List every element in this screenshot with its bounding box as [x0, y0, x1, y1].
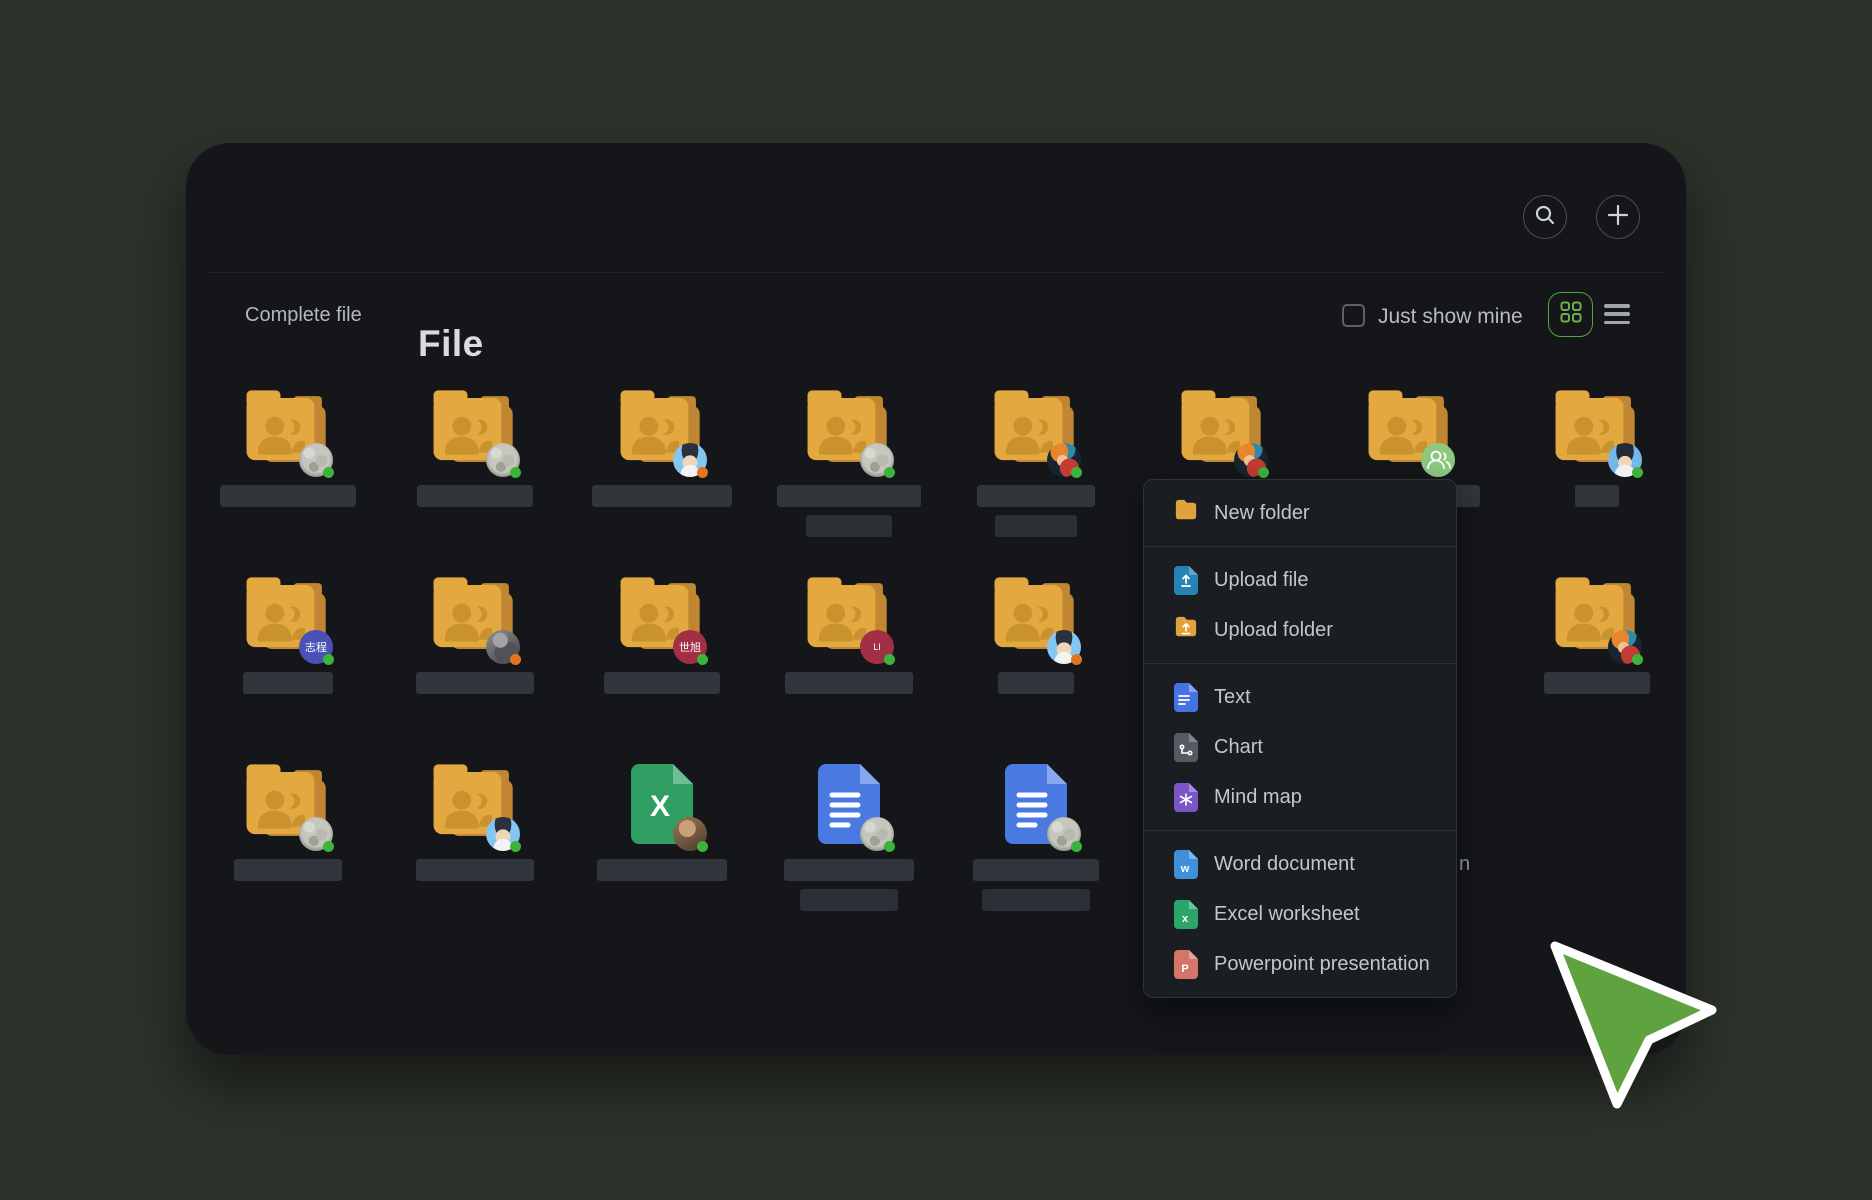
status-dot-green: [1071, 467, 1082, 478]
chart-file-icon: [1174, 733, 1198, 762]
menu-group: Upload file Upload folder: [1144, 546, 1456, 663]
name-skeleton: [806, 515, 892, 537]
name-skeleton: [784, 859, 914, 881]
status-dot-green: [323, 467, 334, 478]
text-file-icon: [1174, 683, 1198, 712]
name-skeleton: [982, 889, 1090, 911]
name-skeleton: [604, 672, 720, 694]
name-skeleton: [234, 859, 342, 881]
name-skeleton: [220, 485, 356, 507]
status-dot-green: [510, 841, 521, 852]
menu-item-label: Powerpoint presentation: [1214, 953, 1430, 976]
name-skeleton: [417, 485, 533, 507]
page-title: File: [418, 323, 484, 365]
status-dot-green: [697, 654, 708, 665]
add-button[interactable]: [1596, 195, 1640, 239]
hidden-label-fragment: n: [1459, 853, 1470, 876]
name-skeleton: [243, 672, 333, 694]
name-skeleton: [1544, 672, 1650, 694]
name-skeleton: [973, 859, 1099, 881]
menu-item-label: Word document: [1214, 853, 1355, 876]
plus-icon: [1607, 204, 1629, 231]
menu-item-label: Text: [1214, 686, 1251, 709]
menu-item-excel-worksheet[interactable]: x Excel worksheet: [1144, 889, 1456, 939]
avatar-label: 志程: [305, 639, 327, 655]
menu-item-chart[interactable]: Chart: [1144, 722, 1456, 772]
menu-item-label: Excel worksheet: [1214, 903, 1360, 926]
avatar-label: 世旭: [679, 639, 701, 655]
upload-folder-icon: [1174, 616, 1198, 645]
grid-view-icon: [1560, 301, 1582, 328]
menu-group: New folder: [1144, 480, 1456, 546]
new-folder-icon: [1174, 499, 1198, 528]
just-show-mine-checkbox[interactable]: [1342, 304, 1365, 327]
status-dot-green: [884, 841, 895, 852]
status-dot-green: [323, 841, 334, 852]
avatar-label: LI: [873, 642, 881, 652]
menu-item-new-folder[interactable]: New folder: [1144, 488, 1456, 538]
list-view-button[interactable]: [1604, 302, 1630, 326]
just-show-mine-label: Just show mine: [1378, 305, 1523, 329]
status-dot-green: [884, 467, 895, 478]
menu-item-upload-folder[interactable]: Upload folder: [1144, 605, 1456, 655]
status-dot-green: [323, 654, 334, 665]
status-dot-orange: [1071, 654, 1082, 665]
grid-view-button[interactable]: [1548, 292, 1593, 337]
menu-item-label: Mind map: [1214, 786, 1302, 809]
status-dot-green: [1632, 654, 1643, 665]
mindmap-file-icon: [1174, 783, 1198, 812]
status-dot-green: [697, 841, 708, 852]
name-skeleton: [800, 889, 898, 911]
menu-group: w Word document x Excel worksheet P Powerpo…: [1144, 830, 1456, 997]
name-skeleton: [977, 485, 1095, 507]
name-skeleton: [998, 672, 1074, 694]
menu-item-word-document[interactable]: w Word document: [1144, 839, 1456, 889]
status-dot-green: [1632, 467, 1643, 478]
menu-item-label: New folder: [1214, 502, 1310, 525]
menu-item-text[interactable]: Text: [1144, 672, 1456, 722]
status-dot-green: [1258, 467, 1269, 478]
name-skeleton: [592, 485, 732, 507]
svg-text:X: X: [650, 790, 670, 823]
menu-item-powerpoint-presentation[interactable]: P Powerpoint presentation: [1144, 939, 1456, 989]
section-label: Complete file: [245, 304, 362, 327]
member-avatar-group-icon: [1421, 443, 1455, 477]
upload-file-icon: [1174, 566, 1198, 595]
header-divider: [210, 272, 1662, 273]
menu-item-label: Upload folder: [1214, 619, 1333, 642]
svg-text:x: x: [1182, 913, 1189, 925]
status-dot-green: [1071, 841, 1082, 852]
file-manager-panel: File: [186, 143, 1686, 1055]
name-skeleton: [785, 672, 913, 694]
cursor-arrow: [1538, 928, 1738, 1133]
menu-item-label: Upload file: [1214, 569, 1309, 592]
name-skeleton: [777, 485, 921, 507]
status-dot-orange: [697, 467, 708, 478]
status-dot-green: [510, 467, 521, 478]
name-skeleton: [416, 859, 534, 881]
name-skeleton: [597, 859, 727, 881]
search-button[interactable]: [1523, 195, 1567, 239]
menu-group: Text Chart Mind map: [1144, 663, 1456, 830]
excel-file-icon: x: [1174, 900, 1198, 929]
name-skeleton: [995, 515, 1077, 537]
search-icon: [1534, 204, 1556, 231]
svg-text:P: P: [1181, 963, 1188, 975]
powerpoint-file-icon: P: [1174, 950, 1198, 979]
name-skeleton: [1575, 485, 1619, 507]
create-context-menu: New folder Upload file Upload folder Tex…: [1143, 479, 1457, 998]
menu-item-label: Chart: [1214, 736, 1263, 759]
svg-text:w: w: [1180, 863, 1190, 875]
name-skeleton: [416, 672, 534, 694]
menu-item-mind-map[interactable]: Mind map: [1144, 772, 1456, 822]
word-file-icon: w: [1174, 850, 1198, 879]
status-dot-green: [884, 654, 895, 665]
menu-item-upload-file[interactable]: Upload file: [1144, 555, 1456, 605]
status-dot-orange: [510, 654, 521, 665]
